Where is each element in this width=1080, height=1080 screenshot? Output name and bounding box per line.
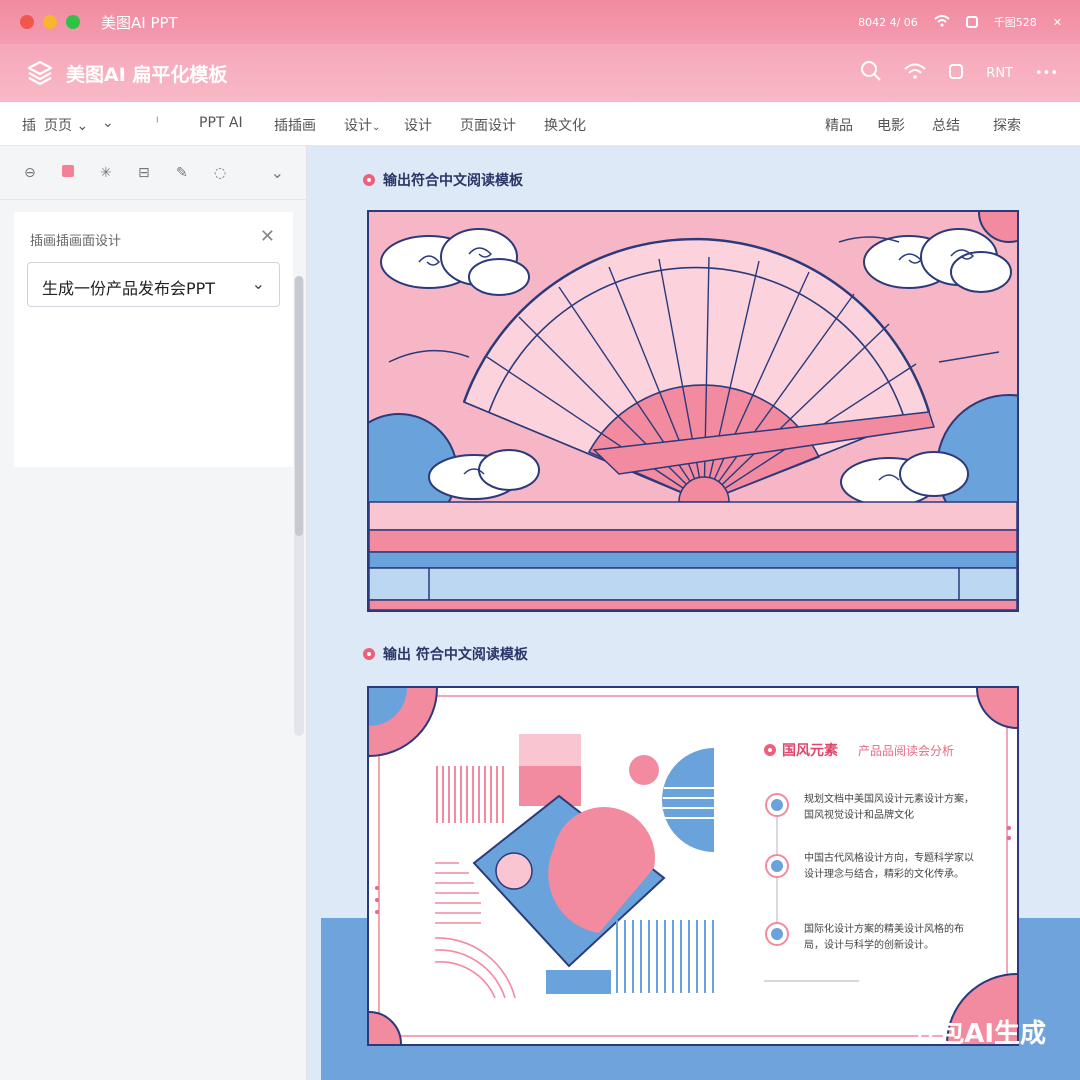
- minimize-window-button[interactable]: [43, 15, 57, 29]
- search-icon[interactable]: [860, 60, 882, 86]
- layers-logo-icon: [26, 59, 54, 87]
- sidebar-scrollbar[interactable]: [294, 276, 304, 736]
- menu-item-page-label: 页页: [44, 118, 72, 134]
- circle-tool-icon[interactable]: ⊖: [24, 165, 62, 181]
- menu-item-summary[interactable]: 总结: [932, 115, 960, 135]
- menu-item-ppt-ai[interactable]: PPT AI: [199, 115, 243, 131]
- slide-canvas: 输出符合中文阅读模板 输出 符合中文阅读模板 国风元素 产品品阅读会分析 规划文…: [307, 146, 1080, 1080]
- menu-item-movie[interactable]: 电影: [877, 115, 905, 135]
- design-panel: 插画插画面设计 ✕ 生成一份产品发布会PPT ⌄: [14, 212, 293, 467]
- chevron-down-icon[interactable]: ⌄: [271, 163, 284, 182]
- color-tool-icon[interactable]: [62, 164, 100, 181]
- scrollbar-thumb[interactable]: [295, 276, 303, 536]
- cursor-icon[interactable]: ᴵ: [156, 115, 159, 131]
- menu-bar: 插 页页 ⌄ ⌄ ᴵ PPT AI 插插画 设计⌄ 设计 页面设计 换文化 精品…: [0, 102, 1080, 146]
- refresh-tool-icon[interactable]: ◌: [214, 165, 252, 181]
- menu-item-illustration[interactable]: 插插画: [274, 115, 316, 135]
- app-name: 美图AI 扁平化模板: [66, 63, 228, 86]
- location-pin-icon: [764, 744, 776, 756]
- menu-item-design[interactable]: 设计: [404, 115, 432, 135]
- status-time: 8042 4/ 06: [858, 15, 918, 29]
- sidebar: ⊖ ✳ ⊟ ✎ ◌ ⌄ 插画插画面设计 ✕ 生成一份产品发布会PPT ⌄: [0, 146, 307, 1080]
- pen-tool-icon[interactable]: ✎: [176, 165, 214, 181]
- sidebar-toolbar: ⊖ ✳ ⊟ ✎ ◌ ⌄: [0, 146, 306, 200]
- maximize-window-button[interactable]: [66, 15, 80, 29]
- chevron-down-icon: ⌄: [251, 274, 265, 293]
- location-pin-icon: [363, 648, 375, 660]
- menu-item-premium[interactable]: 精品: [825, 115, 853, 135]
- prompt-select-value: 生成一份产品发布会PPT: [42, 279, 216, 298]
- wifi-icon[interactable]: [904, 63, 926, 83]
- close-window-button[interactable]: [20, 15, 34, 29]
- slide-2-bullet-3: 国际化设计方案的精美设计风格的布局，设计与科学的创新设计。: [804, 924, 964, 951]
- slide-2-subheading: 产品品阅读会分析: [858, 743, 955, 758]
- window-titlebar: 美图AI PPT 8042 4/ 06 千图528 ✕: [0, 0, 1080, 44]
- more-icon[interactable]: •••: [1035, 66, 1058, 81]
- chevron-down-icon[interactable]: ⌄: [102, 115, 114, 131]
- status-area: 8042 4/ 06 千图528 ✕: [858, 0, 1062, 44]
- menu-item-page-design[interactable]: 页面设计: [460, 115, 516, 135]
- bag-tool-icon[interactable]: ⊟: [138, 165, 176, 181]
- close-icon[interactable]: ✕: [1053, 16, 1062, 29]
- chevron-down-icon: ⌄: [76, 118, 89, 134]
- location-pin-icon: [363, 174, 375, 186]
- window-title: 美图AI PPT: [101, 13, 178, 32]
- slide-1-title: 输出符合中文阅读模板: [363, 170, 523, 190]
- menu-item-design-dropdown[interactable]: 设计⌄: [344, 115, 380, 135]
- slide-2-preview[interactable]: 国风元素 产品品阅读会分析 规划文档中美国风设计元素设计方案，国风视觉设计和品牌…: [367, 686, 1019, 1046]
- close-icon[interactable]: ✕: [260, 226, 275, 247]
- slide-2-bullet-1: 规划文档中美国风设计元素设计方案，国风视觉设计和品牌文化: [804, 794, 974, 821]
- sparkle-tool-icon[interactable]: ✳: [100, 165, 138, 181]
- status-right: 千图528: [993, 16, 1037, 29]
- account-label[interactable]: RNT: [986, 66, 1013, 81]
- fan-illustration: [369, 212, 1017, 610]
- wifi-icon: [934, 14, 950, 30]
- slide-2-title-text: 输出 符合中文阅读模板: [383, 647, 528, 663]
- ai-watermark: 豆包AI生成: [912, 1019, 1046, 1049]
- menu-item-insert[interactable]: 插: [22, 115, 36, 135]
- prompt-select[interactable]: 生成一份产品发布会PPT ⌄: [27, 262, 280, 307]
- slide-2-title: 输出 符合中文阅读模板: [363, 644, 528, 664]
- menu-item-design-label: 设计: [344, 118, 372, 134]
- slide-1-preview[interactable]: [367, 210, 1019, 612]
- battery-icon: [965, 16, 978, 28]
- slide-2-heading: 国风元素 产品品阅读会分析: [764, 740, 954, 760]
- menu-item-explore[interactable]: 探索: [993, 115, 1021, 135]
- panel-title: 插画插画面设计: [30, 234, 122, 249]
- chevron-down-icon: ⌄: [372, 122, 381, 133]
- app-header: 美图AI 扁平化模板 RNT •••: [0, 44, 1080, 102]
- slide-1-title-text: 输出符合中文阅读模板: [383, 173, 523, 189]
- slide-2-bullet-2: 中国古代风格设计方向，专题科学家以设计理念与结合，精彩的文化传承。: [804, 853, 974, 880]
- slide-2-heading-text: 国风元素: [782, 743, 838, 759]
- device-icon[interactable]: [948, 62, 964, 84]
- menu-item-culture[interactable]: 换文化: [544, 115, 586, 135]
- menu-item-page[interactable]: 页页 ⌄: [44, 115, 88, 135]
